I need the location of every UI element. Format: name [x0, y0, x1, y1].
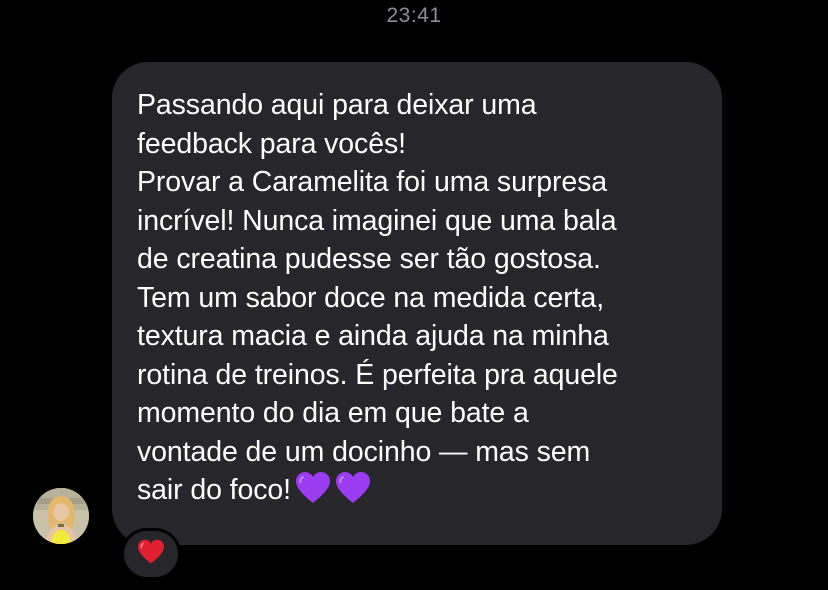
message-line: de creatina pudesse ser tão gostosa.	[137, 243, 601, 275]
message-line: feedback para vocês!	[137, 127, 406, 160]
message-bubble[interactable]: Passando aqui para deixar uma feedback p…	[112, 62, 722, 545]
message-line: momento do dia em que bate a	[137, 397, 529, 429]
red-heart-icon	[137, 539, 165, 570]
purple-heart-icon	[335, 471, 371, 516]
message-last-line: sair do foco!	[137, 471, 702, 516]
message-line: vontade de um docinho — mas sem	[137, 435, 591, 468]
reaction-badge[interactable]	[121, 528, 181, 580]
message-line: Passando aqui para deixar uma	[137, 89, 537, 121]
message-line-text: sair do foco!	[137, 474, 291, 506]
message-line: textura macia e ainda ajuda na minha	[137, 320, 609, 352]
message-timestamp: 23:41	[386, 4, 442, 27]
message-line: Provar a Caramelita foi uma surpresa	[137, 166, 608, 198]
message-line: incrível! Nunca imaginei que uma bala	[137, 204, 617, 237]
avatar[interactable]	[33, 488, 89, 544]
message-line: rotina de treinos. É perfeita pra aquele	[137, 358, 618, 391]
message-line: Tem um sabor doce na medida certa,	[137, 281, 605, 314]
purple-heart-icon	[295, 471, 331, 516]
chat-screen: 23:41 Passando aqui para deixar uma feed…	[0, 0, 828, 590]
